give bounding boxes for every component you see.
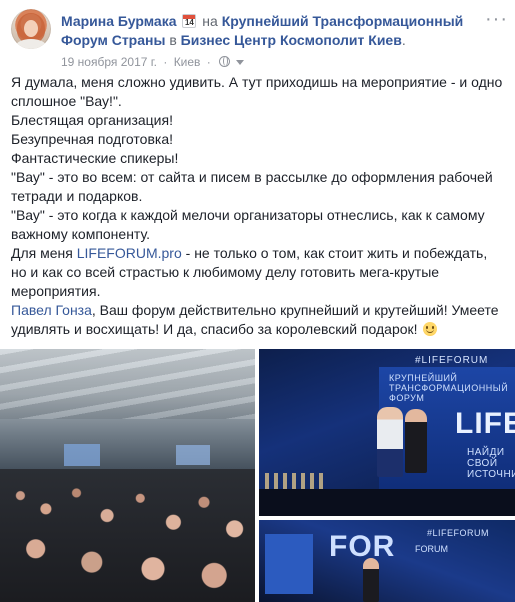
banner-brand: LIFE bbox=[455, 407, 515, 440]
banner-hashtag: #LIFEFORUM bbox=[415, 355, 489, 366]
photo-crowd bbox=[0, 469, 255, 602]
post-line-2: Блестящая организация! bbox=[11, 112, 173, 128]
photo-stage-speakers[interactable]: #LIFEFORUM КРУПНЕЙШИЙ ТРАНСФОРМАЦИОННЫЙ … bbox=[259, 349, 515, 516]
photo-stage-screen[interactable]: FOR FORUM #LIFEFORUM bbox=[259, 520, 515, 602]
post-line-7: Для меня LIFEFORUM.pro - не только о том… bbox=[11, 244, 505, 301]
photo-audience[interactable] bbox=[0, 349, 255, 602]
lifeforum-link[interactable]: LIFEFORUM.pro bbox=[77, 245, 182, 261]
post-text: Я думала, меня сложно удивить. А тут при… bbox=[11, 73, 505, 339]
meta-separator: · bbox=[163, 55, 168, 69]
screen-logo: FORUM bbox=[415, 544, 448, 554]
photo-ceiling bbox=[0, 349, 255, 419]
avatar-shoulders bbox=[15, 39, 47, 49]
venue-preposition: в bbox=[169, 32, 177, 48]
photo-screen-right bbox=[176, 445, 210, 465]
post-title-line: Марина Бурмака 14 на Крупнейший Трансфор… bbox=[61, 12, 481, 50]
speaker-figure bbox=[377, 407, 403, 477]
avatar-face bbox=[24, 20, 38, 37]
stage-floor bbox=[259, 489, 515, 516]
smiley-icon bbox=[423, 322, 438, 336]
post-date-link[interactable]: 19 ноября 2017 г. bbox=[61, 55, 157, 69]
stage-person-figure bbox=[363, 558, 379, 602]
second-speaker-figure bbox=[405, 409, 427, 473]
post-line-3: Безупречная подготовка! bbox=[11, 131, 173, 147]
post-meta: 19 ноября 2017 г. · Киев · bbox=[61, 55, 245, 70]
calendar-icon: 14 bbox=[182, 14, 197, 28]
post-place-link[interactable]: Киев bbox=[174, 55, 201, 69]
facebook-post: Марина Бурмака 14 на Крупнейший Трансфор… bbox=[0, 0, 515, 602]
screen-brand: FOR bbox=[329, 530, 396, 563]
banner-tagline: НАЙДИ СВОЙ ИСТОЧНИК bbox=[467, 447, 515, 480]
screen-hashtag: #LIFEFORUM bbox=[427, 528, 490, 538]
post-line-5: "Вау" - это во всем: от сайта и писем в … bbox=[11, 169, 493, 204]
event-preposition: на bbox=[202, 13, 218, 29]
venue-link[interactable]: Бизнес Центр Космополит Киев bbox=[181, 32, 402, 48]
post-header: Марина Бурмака 14 на Крупнейший Трансфор… bbox=[11, 9, 507, 70]
post-line-1: Я думала, меня сложно удивить. А тут при… bbox=[11, 74, 503, 109]
post-line-8: Павел Гонза, Ваш форум действительно кру… bbox=[11, 301, 505, 339]
photo-grid: #LIFEFORUM КРУПНЕЙШИЙ ТРАНСФОРМАЦИОННЫЙ … bbox=[0, 349, 515, 602]
post-line-6: "Вау" - это когда к каждой мелочи органи… bbox=[11, 207, 485, 242]
post-line-4: Фантастические спикеры! bbox=[11, 150, 179, 166]
post-line-7-prefix: Для меня bbox=[11, 245, 77, 261]
stage-screen bbox=[265, 534, 313, 594]
mention-link[interactable]: Павел Гонза bbox=[11, 302, 92, 318]
title-period: . bbox=[401, 32, 406, 48]
photo-screen-left bbox=[64, 444, 100, 466]
globe-icon[interactable] bbox=[219, 56, 231, 67]
author-name-link[interactable]: Марина Бурмака bbox=[61, 13, 177, 29]
author-avatar[interactable] bbox=[11, 9, 51, 49]
banner-text: КРУПНЕЙШИЙ ТРАНСФОРМАЦИОННЫЙ ФОРУМ bbox=[389, 373, 509, 403]
more-options-icon[interactable]: ··· bbox=[485, 9, 507, 29]
meta-separator-2: · bbox=[206, 55, 211, 69]
caret-down-icon[interactable] bbox=[236, 60, 245, 65]
